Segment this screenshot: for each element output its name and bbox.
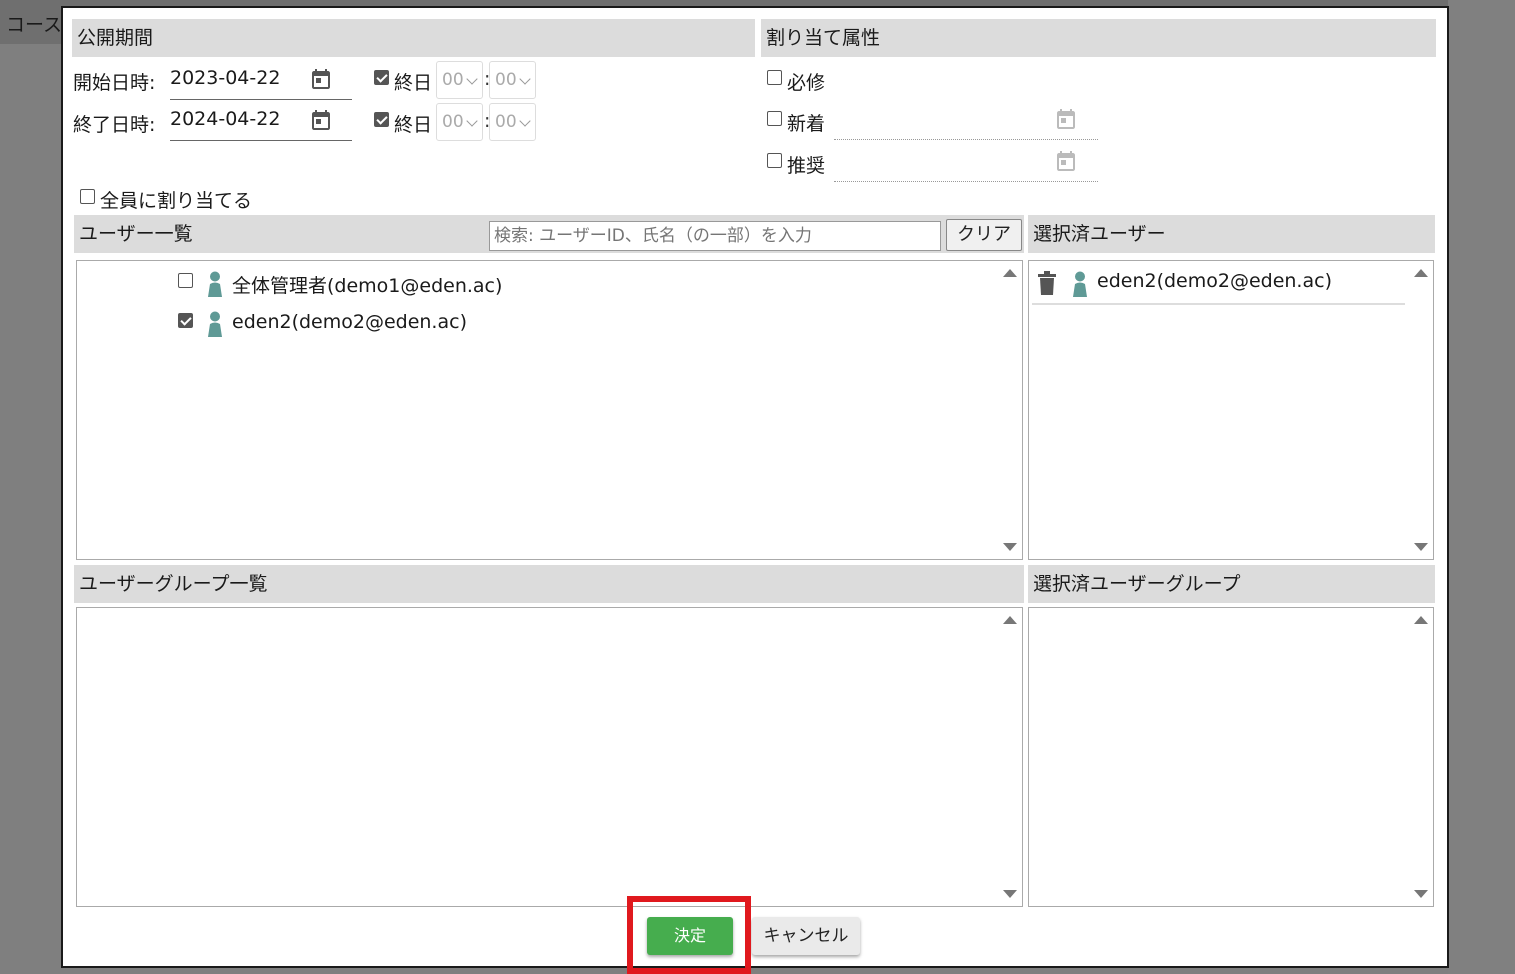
user-checkbox-1[interactable]: [178, 313, 193, 328]
end-allday-label: 終日: [394, 114, 433, 136]
user-name-0[interactable]: 全体管理者(demo1@eden.ac): [232, 271, 502, 298]
start-date-label: 開始日時:: [73, 72, 156, 94]
scroll-down-icon[interactable]: [1414, 543, 1428, 551]
selected-users-panel[interactable]: eden2(demo2@eden.ac): [1028, 260, 1434, 560]
scroll-down-icon[interactable]: [1414, 890, 1428, 898]
end-minute-value: 00: [495, 112, 517, 132]
start-date-value: 2023-04-22: [170, 67, 281, 89]
person-icon: [208, 271, 222, 297]
end-date-label: 終了日時:: [73, 114, 156, 136]
chevron-down-icon: [466, 73, 478, 85]
ok-button-highlight: [627, 896, 751, 974]
selected-groups-heading: 選択済ユーザーグループ: [1028, 565, 1435, 603]
required-checkbox[interactable]: [767, 70, 782, 85]
end-hour-value: 00: [442, 112, 464, 132]
start-hour-select[interactable]: 00: [436, 61, 483, 99]
group-list-panel[interactable]: [76, 607, 1023, 907]
end-hour-select[interactable]: 00: [436, 103, 483, 141]
assign-all-label: 全員に割り当てる: [100, 190, 253, 212]
chevron-down-icon: [519, 115, 531, 127]
selected-user-divider: [1032, 303, 1405, 305]
selected-users-heading: 選択済ユーザー: [1028, 215, 1435, 253]
recommended-checkbox[interactable]: [767, 153, 782, 168]
new-checkbox[interactable]: [767, 111, 782, 126]
group-list-heading: ユーザーグループ一覧: [74, 565, 1024, 603]
end-allday-checkbox[interactable]: [374, 112, 389, 127]
recommended-label: 推奨: [787, 155, 826, 177]
person-icon: [208, 311, 222, 337]
end-minute-select[interactable]: 00: [489, 103, 536, 141]
user-name-1[interactable]: eden2(demo2@eden.ac): [232, 311, 467, 333]
clear-button[interactable]: クリア: [946, 219, 1022, 251]
selected-groups-panel[interactable]: [1028, 607, 1434, 907]
calendar-icon[interactable]: [309, 67, 333, 91]
start-hour-value: 00: [442, 70, 464, 90]
start-allday-checkbox[interactable]: [374, 70, 389, 85]
person-icon: [1073, 271, 1087, 297]
scroll-up-icon[interactable]: [1414, 269, 1428, 277]
background-page-title: コース: [6, 14, 63, 36]
scroll-up-icon[interactable]: [1414, 616, 1428, 624]
recommended-date-field[interactable]: [834, 181, 1098, 182]
assign-all-checkbox[interactable]: [80, 189, 95, 204]
scroll-up-icon[interactable]: [1003, 269, 1017, 277]
chevron-down-icon: [466, 115, 478, 127]
user-search-input[interactable]: [489, 221, 941, 251]
attributes-heading: 割り当て属性: [761, 19, 1436, 57]
new-date-field[interactable]: [834, 139, 1098, 140]
assignment-dialog: 公開期間 開始日時: 2023-04-22 終日 00 : 00 終了日時: 2…: [61, 6, 1449, 968]
cancel-button[interactable]: キャンセル: [752, 917, 860, 955]
user-checkbox-0[interactable]: [178, 273, 193, 288]
scroll-down-icon[interactable]: [1003, 890, 1017, 898]
period-heading: 公開期間: [72, 19, 755, 57]
required-label: 必修: [787, 72, 826, 94]
start-minute-value: 00: [495, 70, 517, 90]
end-date-value: 2024-04-22: [170, 108, 281, 130]
calendar-icon[interactable]: [1054, 149, 1078, 173]
scroll-up-icon[interactable]: [1003, 616, 1017, 624]
chevron-down-icon: [519, 73, 531, 85]
background-strip: [1448, 0, 1515, 974]
calendar-icon[interactable]: [1054, 107, 1078, 131]
start-minute-select[interactable]: 00: [489, 61, 536, 99]
trash-icon[interactable]: [1037, 271, 1057, 295]
new-label: 新着: [787, 113, 826, 135]
calendar-icon[interactable]: [309, 108, 333, 132]
selected-user-name-0: eden2(demo2@eden.ac): [1097, 270, 1332, 292]
user-list-panel[interactable]: 全体管理者(demo1@eden.ac) eden2(demo2@eden.ac…: [76, 260, 1023, 560]
start-allday-label: 終日: [394, 72, 433, 94]
scroll-down-icon[interactable]: [1003, 543, 1017, 551]
